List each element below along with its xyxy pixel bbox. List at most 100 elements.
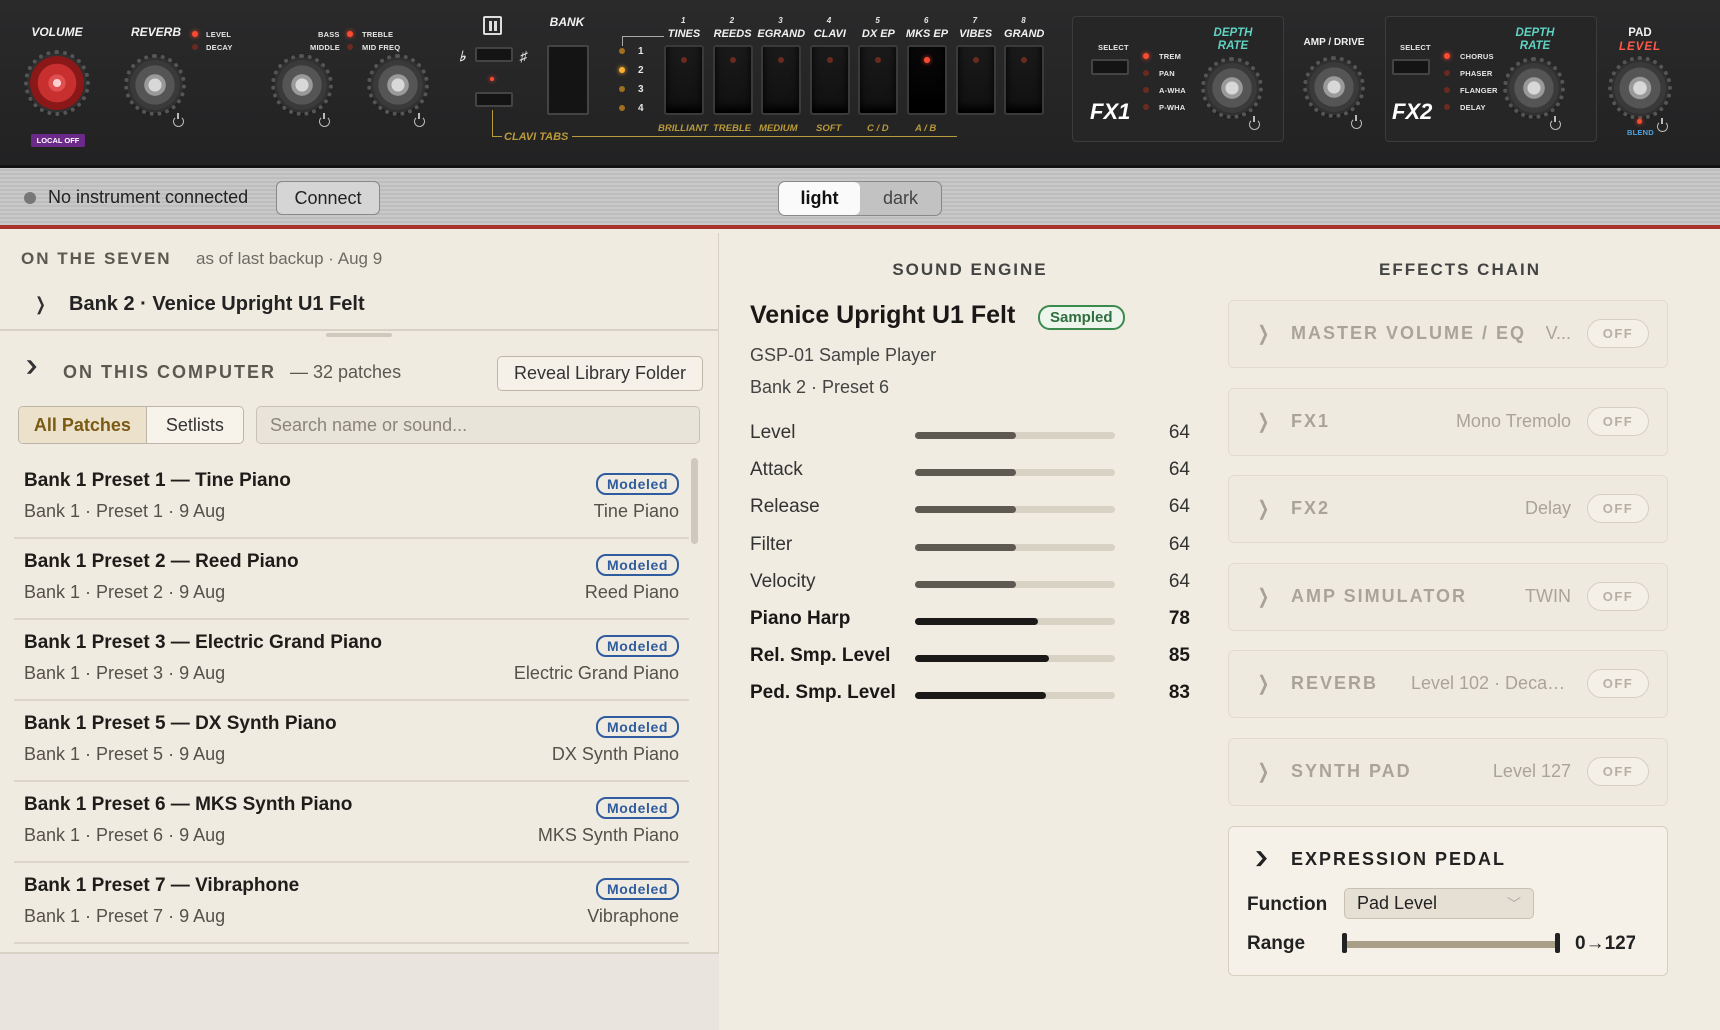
param-row: Velocity 64 [750,569,1190,599]
transpose-button[interactable] [475,47,513,62]
sampled-badge: Sampled [1038,305,1125,330]
pad-power-icon[interactable] [1657,118,1668,132]
param-slider[interactable] [915,580,1115,588]
fx1-knob[interactable] [1201,57,1263,119]
patch-row[interactable]: Bank 1 Preset 1 — Tine Piano Modeled Ban… [14,458,689,539]
chevron-down-icon[interactable]: ❯ [24,359,39,375]
seven-bank-row[interactable]: Bank 2 · Venice Upright U1 Felt [69,293,365,316]
param-slider[interactable] [915,692,1115,700]
voice-button-grand[interactable] [1004,45,1045,115]
connect-button[interactable]: Connect [276,181,380,215]
search-input[interactable] [256,406,700,444]
patch-row[interactable]: Bank 1 Preset 7 — Vibraphone Modeled Ban… [14,863,689,944]
clavi-line-v [492,110,493,136]
pad-level-knob[interactable] [1608,56,1672,120]
effect-card[interactable]: ❯ MASTER VOLUME / EQ V... OFF [1228,300,1668,368]
fx2-power-icon[interactable] [1550,116,1561,130]
flat-label: ♭ [459,48,466,64]
reverb-decay-led [192,44,198,50]
eq1-power-icon[interactable] [319,113,330,127]
voice-button-tines[interactable] [664,45,704,115]
function-select[interactable]: Pad Level ﹀ [1344,888,1534,919]
voice-button-dx-ep[interactable] [858,45,899,115]
effect-toggle[interactable]: OFF [1587,406,1649,436]
effect-toggle[interactable]: OFF [1587,494,1649,524]
chevron-right-icon[interactable]: ❯ [1258,496,1270,521]
voice-led [729,57,736,63]
chevron-right-icon[interactable]: ❯ [1258,409,1270,434]
treble-knob[interactable] [367,54,429,116]
effect-card[interactable]: ❯ REVERB Level 102 · Decay 92 OFF [1228,650,1668,719]
chevron-right-icon[interactable]: ❯ [1258,584,1270,609]
reveal-library-folder-button[interactable]: Reveal Library Folder [497,356,703,391]
param-label: Filter [750,533,793,555]
tab-all-patches[interactable]: All Patches [19,407,147,443]
fx2-select-button[interactable] [1392,59,1430,75]
theme-light-option[interactable]: light [779,182,860,215]
effect-toggle[interactable]: OFF [1587,757,1649,786]
fx1-led-awha [1143,87,1149,93]
effect-toggle[interactable]: OFF [1587,319,1649,348]
effect-card[interactable]: ❯ FX1 Mono Tremolo OFF [1228,387,1668,456]
tab-setlists[interactable]: Setlists [147,407,243,443]
param-value: 64 [1168,422,1190,443]
range-slider-track[interactable] [1344,941,1558,948]
chevron-down-icon[interactable]: ❯ [1253,848,1270,867]
param-slider[interactable] [915,432,1115,439]
bank-button[interactable] [547,45,589,115]
chevron-right-icon[interactable]: ❯ [1258,671,1270,696]
voice-button-clavi[interactable] [809,45,850,115]
param-row: Rel. Smp. Level 85 [750,643,1190,673]
fx1-select-button[interactable] [1091,59,1129,75]
reverb-knob[interactable] [124,54,186,116]
chevron-right-icon[interactable]: ❯ [35,294,46,315]
param-slider[interactable] [915,506,1115,514]
patch-sound-type: MKS Synth Piano [537,825,679,845]
fx2-led-phaser [1444,70,1450,76]
chevron-right-icon[interactable]: ❯ [1258,759,1270,784]
on-this-computer-heading: ON THIS COMPUTER [63,362,277,382]
patch-row[interactable]: Bank 1 Preset 5 — DX Synth Piano Modeled… [14,701,689,782]
fx2-knob[interactable] [1503,57,1565,119]
chevron-right-icon[interactable]: ❯ [1258,321,1270,346]
effect-description: TWIN [1525,585,1571,606]
voice-button-reeds[interactable] [712,45,753,115]
effect-card[interactable]: ❯ SYNTH PAD Level 127 OFF [1228,738,1668,806]
voice-button-vibes[interactable] [955,45,996,115]
fx2-led-flanger [1444,87,1450,93]
patch-count: — 32 patches [290,362,402,382]
resize-handle[interactable] [326,333,392,337]
theme-dark-option[interactable]: dark [860,182,941,215]
fx1-power-icon[interactable] [1249,116,1260,130]
voice-button-mks-ep[interactable] [907,45,947,115]
bass-middle-knob[interactable] [271,54,333,116]
voice-button-egrand[interactable] [761,45,802,115]
param-slider[interactable] [915,469,1115,477]
param-slider[interactable] [915,655,1115,663]
clavi-tab-button[interactable] [475,92,513,107]
effect-toggle[interactable]: OFF [1587,669,1649,699]
param-slider[interactable] [915,618,1115,625]
range-max-handle[interactable] [1555,933,1560,953]
eq2-power-icon[interactable] [414,113,425,127]
reverb-power-icon[interactable] [173,113,184,127]
amp-power-icon[interactable] [1351,115,1362,129]
effects-chain-heading: EFFECTS CHAIN [1379,260,1541,279]
modeled-badge: Modeled [596,716,679,738]
pause-icon[interactable] [483,16,502,35]
effect-card[interactable]: ❯ FX2 Delay OFF [1228,475,1668,544]
patch-list-scrollbar[interactable] [691,458,698,544]
patch-row[interactable]: Bank 1 Preset 3 — Electric Grand Piano M… [14,620,689,701]
param-slider[interactable] [915,543,1115,551]
patch-name: Bank 1 Preset 6 — MKS Synth Piano [24,794,353,815]
bank-num-2: 2 [638,65,644,76]
amp-drive-knob[interactable] [1303,56,1365,118]
effect-card[interactable]: ❯ AMP SIMULATOR TWIN OFF [1228,562,1668,631]
patch-row[interactable]: Bank 1 Preset 2 — Reed Piano Modeled Ban… [14,539,689,620]
voice-led [924,57,930,63]
volume-knob[interactable] [24,50,90,116]
patch-row[interactable]: Bank 1 Preset 6 — MKS Synth Piano Modele… [14,782,689,863]
param-label: Release [750,496,820,518]
effect-toggle[interactable]: OFF [1587,581,1649,611]
range-min-handle[interactable] [1342,933,1347,953]
